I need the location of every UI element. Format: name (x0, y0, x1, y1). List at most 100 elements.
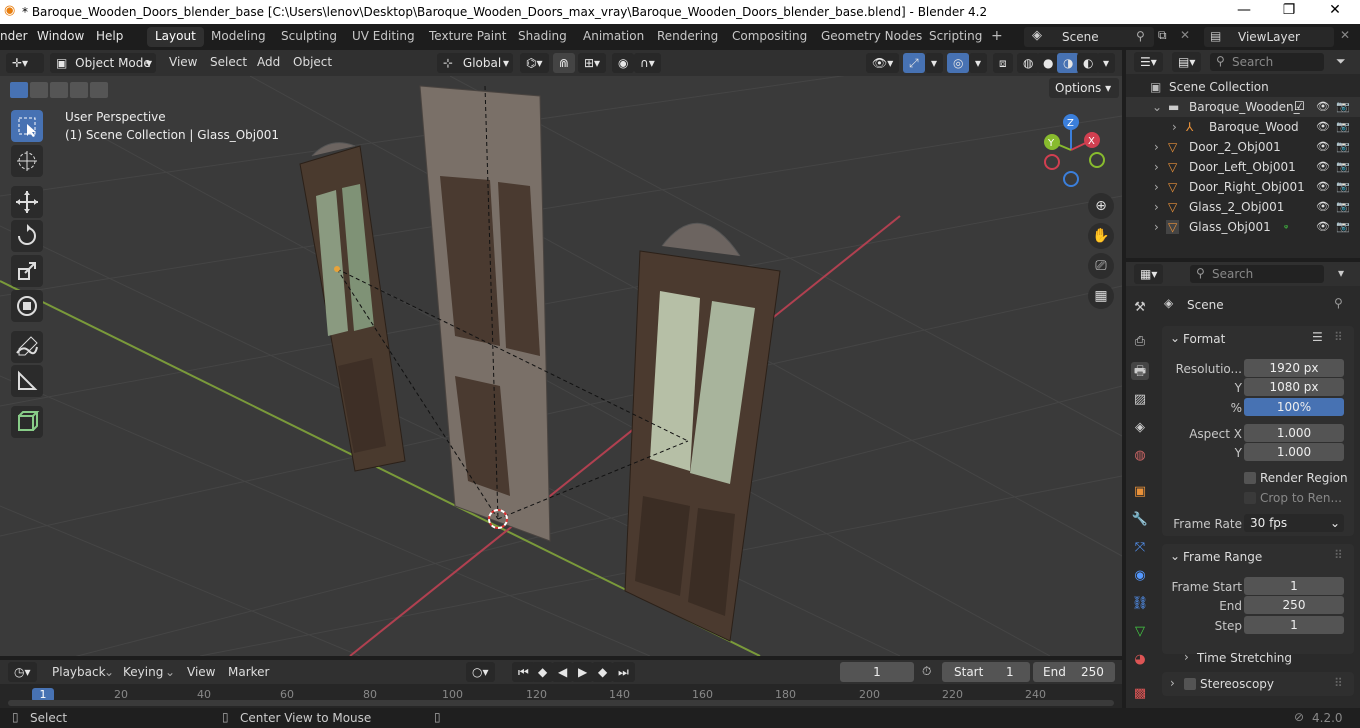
camera-icon[interactable]: 📷 (1336, 140, 1350, 154)
world-tab-icon[interactable]: ◍ (1131, 448, 1149, 466)
outliner-scene-collection[interactable]: ▣ Scene Collection (1126, 77, 1360, 97)
mode-selector[interactable]: ▣ Object Mode ▾ (50, 53, 156, 73)
close-button[interactable]: ✕ (1320, 2, 1350, 18)
menu-help[interactable]: Help (96, 29, 123, 43)
timeline-end-field[interactable]: End 250 (1033, 662, 1115, 682)
outliner-item[interactable]: › ▽ Door_Right_Obj001 👁 📷 (1126, 177, 1360, 197)
eye-icon[interactable]: 👁 (1316, 160, 1330, 174)
constraints-tab-icon[interactable]: ⛓ (1131, 596, 1149, 614)
scale-tool[interactable] (11, 255, 43, 287)
frame-step-field[interactable]: 1 (1244, 616, 1344, 634)
material-tab-icon[interactable]: ◕ (1131, 652, 1149, 670)
navigation-gizmo[interactable]: Z X Y (1036, 112, 1108, 188)
properties-search-input[interactable]: ⚲ Search (1190, 265, 1324, 283)
ortho-grid-icon[interactable]: ▦ (1088, 283, 1114, 309)
collapse-icon[interactable]: ⌄ (1170, 549, 1180, 563)
timeline-ruler[interactable]: 1 20 40 60 80 100 120 140 160 180 200 22… (0, 684, 1122, 708)
camera-icon[interactable]: 📷 (1336, 120, 1350, 134)
outliner-item[interactable]: › ▽ Glass_2_Obj001 👁 📷 (1126, 197, 1360, 217)
tab-compositing[interactable]: Compositing (724, 27, 815, 47)
crop-row[interactable]: Crop to Ren... (1164, 488, 1360, 508)
shading-chevron-icon[interactable]: ▾ (1097, 53, 1116, 73)
aspect-x-field[interactable]: 1.000 (1244, 424, 1344, 442)
render-region-row[interactable]: Render Region (1164, 468, 1360, 488)
eye-icon[interactable]: 👁 (1316, 220, 1330, 234)
falloff-icon[interactable]: ∩▾ (634, 53, 661, 73)
maximize-button[interactable]: ❐ (1274, 2, 1304, 18)
time-stretching-subpanel[interactable]: › Time Stretching (1172, 648, 1354, 668)
camera-icon[interactable]: 📷 (1336, 160, 1350, 174)
timeline-start-field[interactable]: Start 1 (942, 662, 1030, 682)
eye-icon[interactable]: 👁 (1316, 200, 1330, 214)
new-scene-icon[interactable]: ⧉ (1158, 28, 1167, 43)
current-frame-field[interactable]: 1 (840, 662, 914, 682)
checkbox-icon[interactable]: ☑ (1294, 99, 1305, 113)
overlay-chevron-icon[interactable]: ▾ (969, 53, 988, 73)
tool-tab-icon[interactable]: ⚒ (1131, 300, 1149, 318)
menu-timeline-view[interactable]: View (187, 665, 215, 679)
outliner-item[interactable]: › ▽ Door_Left_Obj001 👁 📷 (1126, 157, 1360, 177)
frame-start-field[interactable]: 1 (1244, 577, 1344, 595)
outliner-editor-icon[interactable]: ☰▾ (1134, 52, 1163, 72)
tab-animation[interactable]: Animation (575, 27, 652, 47)
xray-icon[interactable]: ⧈ (993, 53, 1013, 73)
output-tab-icon[interactable]: 🖶 (1131, 362, 1149, 380)
rotate-tool[interactable] (11, 220, 43, 252)
annotate-tool[interactable] (11, 331, 43, 363)
play-icon[interactable]: ▶ (572, 662, 594, 682)
outliner-search-input[interactable]: ⚲ Search (1210, 53, 1324, 71)
options-button[interactable]: Options ▾ (1049, 78, 1119, 98)
tab-texture-paint[interactable]: Texture Paint (421, 27, 514, 47)
auto-keying-icon[interactable]: ○▾ (466, 662, 495, 682)
minimize-button[interactable]: — (1229, 2, 1259, 18)
frame-end-field[interactable]: 250 (1244, 596, 1344, 614)
select-extend-icon[interactable] (30, 82, 48, 98)
camera-icon[interactable]: 📷 (1336, 100, 1350, 114)
collapse-icon[interactable]: ⌄ (1170, 331, 1180, 345)
tab-sculpting[interactable]: Sculpting (273, 27, 345, 47)
outliner-item[interactable]: › ⅄ Baroque_Wood 👁 📷 (1126, 117, 1360, 137)
measure-tool[interactable] (11, 365, 43, 397)
texture-tab-icon[interactable]: ▩ (1131, 686, 1149, 704)
visibility-icon[interactable]: 👁▾ (866, 53, 900, 73)
resolution-pct-field[interactable]: 100% (1244, 398, 1344, 416)
menu-keying[interactable]: Keying (123, 665, 163, 679)
tab-modeling[interactable]: Modeling (203, 27, 274, 47)
properties-editor-icon[interactable]: ▦▾ (1134, 264, 1164, 284)
jump-end-icon[interactable]: ⏭ (612, 662, 635, 682)
render-region-checkbox[interactable] (1244, 472, 1256, 484)
select-intersect-icon[interactable] (90, 82, 108, 98)
menu-file[interactable]: nder (0, 29, 28, 43)
transform-tool[interactable] (11, 290, 43, 322)
physics-tab-icon[interactable]: ◉ (1131, 568, 1149, 586)
delete-scene-icon[interactable]: ✕ (1180, 28, 1190, 42)
presets-list-icon[interactable]: ☰ (1312, 330, 1323, 344)
view-layer-tab-icon[interactable]: ▨ (1131, 392, 1149, 410)
drag-handle-icon[interactable]: ⠿ (1334, 676, 1343, 690)
resolution-y-field[interactable]: 1080 px (1244, 378, 1344, 396)
proportional-edit-icon[interactable]: ◉ (612, 53, 635, 73)
tab-scripting[interactable]: Scripting (921, 27, 990, 47)
menu-select[interactable]: Select (210, 55, 247, 69)
drag-handle-icon[interactable]: ⠿ (1334, 330, 1343, 344)
frame-range-title[interactable]: Frame Range (1183, 550, 1262, 564)
scene-tab-icon[interactable]: ◈ (1131, 420, 1149, 438)
next-keyframe-icon[interactable]: ◆ (592, 662, 614, 682)
gizmo-toggle-icon[interactable]: ⤢ (903, 53, 925, 73)
gizmo-chevron-icon[interactable]: ▾ (925, 53, 944, 73)
pivot-icon[interactable]: ⌬▾ (520, 53, 549, 73)
modifier-tab-icon[interactable]: 🔧 (1131, 512, 1149, 530)
frame-rate-dropdown[interactable]: 30 fps ⌄ (1244, 514, 1344, 532)
chevron-down-icon[interactable]: ▾ (1338, 266, 1344, 280)
camera-icon[interactable]: 📷 (1336, 220, 1350, 234)
tab-shading[interactable]: Shading (510, 27, 575, 47)
delete-layer-icon[interactable]: ✕ (1340, 28, 1350, 42)
stereoscopy-checkbox[interactable] (1184, 678, 1196, 690)
snap-icon[interactable]: ⋒ (553, 53, 576, 73)
timeline-scrollbar[interactable] (8, 700, 1114, 706)
view-layer-selector[interactable]: ▤ ViewLayer (1204, 27, 1334, 47)
render-tab-icon[interactable]: ⎙ (1131, 334, 1149, 352)
stopwatch-icon[interactable]: ⏱ (922, 664, 931, 679)
aspect-y-field[interactable]: 1.000 (1244, 443, 1344, 461)
select-subtract-icon[interactable] (50, 82, 68, 98)
